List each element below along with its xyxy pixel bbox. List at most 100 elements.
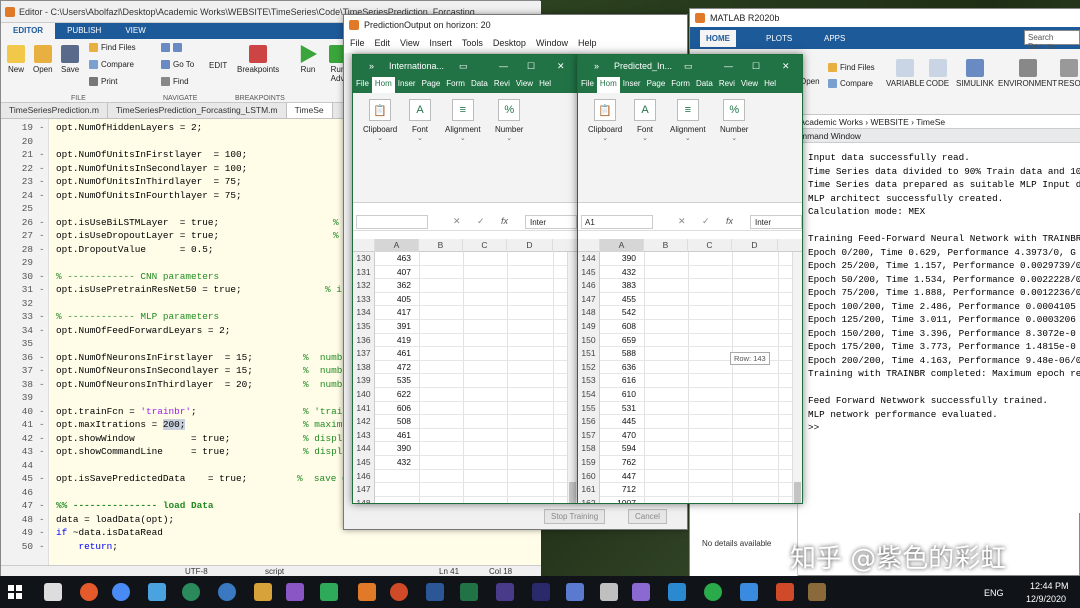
spreadsheet-grid[interactable]: 130 463 131 407 132 362 133 405 134 417 135 391 136 4… [353, 252, 577, 503]
confirm-entry-icon[interactable]: ✓ [702, 216, 710, 227]
row-number[interactable]: 155 [578, 401, 600, 416]
breakpoint-dash[interactable]: - [39, 324, 45, 338]
row-number[interactable]: 133 [353, 292, 375, 307]
cancel-entry-icon[interactable]: ✕ [453, 216, 461, 227]
breakpoint-dash[interactable]: - [39, 243, 45, 257]
cell-value[interactable]: 508 [375, 415, 415, 429]
powerpoint-icon[interactable] [390, 583, 408, 601]
vertical-scrollbar[interactable] [792, 252, 802, 503]
table-row[interactable]: 155 531 [578, 401, 802, 416]
breakpoint-dash[interactable]: - [39, 445, 45, 459]
breakpoint-dash[interactable]: - [39, 378, 45, 392]
breakpoint-dash[interactable]: - [39, 526, 45, 540]
breakpoint-dash[interactable]: - [39, 418, 45, 432]
excel-tab[interactable]: File [353, 77, 372, 93]
ribbon-display-icon[interactable]: ▭ [459, 61, 468, 72]
table-row[interactable]: 150 659 [578, 333, 802, 348]
cell-value[interactable]: 535 [375, 374, 415, 388]
word-icon[interactable] [426, 583, 444, 601]
table-row[interactable]: 160 447 [578, 469, 802, 484]
variable-button[interactable]: VARIABLE [886, 59, 925, 88]
tab-plots[interactable]: PLOTS [766, 34, 792, 43]
table-row[interactable]: 147 [353, 483, 577, 497]
breakpoint-dash[interactable]: - [39, 405, 45, 419]
pycharm-icon[interactable] [320, 583, 338, 601]
file-tab-timeseriesprediction[interactable]: TimeSeriesPrediction.m [1, 103, 108, 118]
find-button[interactable]: Find [161, 77, 189, 86]
file-tab-lstm[interactable]: TimeSeriesPrediction_Forcasting_LSTM.m [108, 103, 287, 118]
cell-value[interactable]: 616 [600, 374, 640, 388]
tab-apps[interactable]: APPS [824, 34, 845, 43]
table-row[interactable]: 147 455 [578, 292, 802, 307]
mail-icon[interactable] [148, 583, 166, 601]
breakpoint-dash[interactable]: - [39, 175, 45, 189]
table-row[interactable]: 144 390 [353, 442, 577, 456]
expand-icon[interactable]: » [369, 61, 374, 71]
name-box[interactable]: A1 [581, 215, 653, 229]
premiere-icon[interactable] [532, 583, 550, 601]
find-files-button[interactable]: Find Files [828, 63, 875, 72]
table-row[interactable]: 135 391 [353, 320, 577, 334]
app-icon-purple[interactable] [496, 583, 514, 601]
breakpoint-dash[interactable]: - [39, 189, 45, 203]
row-number[interactable]: 160 [578, 469, 600, 484]
row-number[interactable]: 148 [578, 306, 600, 320]
visual-studio-icon[interactable] [286, 583, 304, 601]
column-header[interactable]: C [688, 239, 732, 252]
table-row[interactable]: 139 535 [353, 374, 577, 388]
search-documentation-input[interactable]: Search Docum [1024, 30, 1080, 51]
breakpoint-dash[interactable]: - [39, 121, 45, 135]
edit-group-button[interactable]: EDIT [209, 61, 227, 70]
cell-value[interactable]: 470 [600, 429, 640, 443]
table-row[interactable]: 146 383 [578, 279, 802, 293]
excel-tab[interactable]: Inser [620, 77, 644, 93]
cell-value[interactable]: 445 [600, 415, 640, 429]
cell-value[interactable]: 383 [600, 279, 640, 293]
ribbon-group-alignment[interactable]: ≡ Alignment ⌄ [445, 99, 481, 142]
resources-button[interactable]: RESO [1058, 59, 1080, 88]
cell-value[interactable]: 461 [375, 429, 415, 443]
menu-tools[interactable]: Tools [462, 38, 483, 50]
command-window[interactable]: Input data successfully read. Time Series… [800, 143, 1080, 513]
menu-help[interactable]: Help [578, 38, 597, 50]
cell-value[interactable]: 432 [600, 266, 640, 280]
excel-tab[interactable]: Page [644, 77, 669, 93]
excel-tab[interactable]: Data [693, 77, 716, 93]
table-row[interactable]: 134 417 [353, 306, 577, 320]
minimize-icon[interactable]: — [724, 61, 733, 71]
cell-value[interactable]: 419 [375, 334, 415, 348]
close-icon[interactable]: ✕ [557, 61, 565, 72]
row-number[interactable]: 143 [353, 428, 375, 443]
whatsapp-icon[interactable] [704, 583, 722, 601]
ribbon-group-number[interactable]: % Number ⌄ [720, 99, 748, 142]
row-number[interactable]: 137 [353, 347, 375, 361]
save-button[interactable]: Save [61, 45, 79, 74]
breakpoint-dash[interactable]: - [39, 432, 45, 446]
back-forward-buttons[interactable] [161, 43, 182, 52]
excel-titlebar[interactable]: » Internationa... ▭ — ☐ ✕ [353, 55, 577, 77]
cell-value[interactable]: 622 [375, 388, 415, 402]
excel-tab[interactable]: Hel [761, 77, 779, 93]
cell-value[interactable]: 417 [375, 306, 415, 320]
file-tab-active[interactable]: TimeSe [286, 103, 333, 118]
open-button[interactable]: Open [33, 45, 53, 74]
excel-tab[interactable]: Revi [716, 77, 738, 93]
column-header[interactable]: C [463, 239, 507, 252]
ribbon-group-alignment[interactable]: ≡ Alignment ⌄ [670, 99, 706, 142]
cancel-entry-icon[interactable]: ✕ [678, 216, 686, 227]
breakpoint-dash[interactable]: - [39, 364, 45, 378]
row-number[interactable]: 130 [353, 252, 375, 266]
row-number[interactable]: 136 [353, 333, 375, 348]
excel-tab[interactable]: Inser [395, 77, 419, 93]
table-row[interactable]: 148 542 [578, 306, 802, 320]
cell-value[interactable]: 636 [600, 361, 640, 375]
row-number[interactable]: 146 [578, 279, 600, 293]
cell-value[interactable]: 461 [375, 347, 415, 361]
cell-value[interactable]: 405 [375, 293, 415, 307]
excel-titlebar[interactable]: » Predicted_In... ▭ — ☐ ✕ [578, 55, 802, 77]
row-number[interactable]: 144 [578, 252, 600, 266]
run-button[interactable]: Run [299, 45, 317, 74]
table-row[interactable]: 133 405 [353, 292, 577, 307]
menu-desktop[interactable]: Desktop [493, 38, 526, 50]
breakpoint-dash[interactable]: - [39, 310, 45, 324]
